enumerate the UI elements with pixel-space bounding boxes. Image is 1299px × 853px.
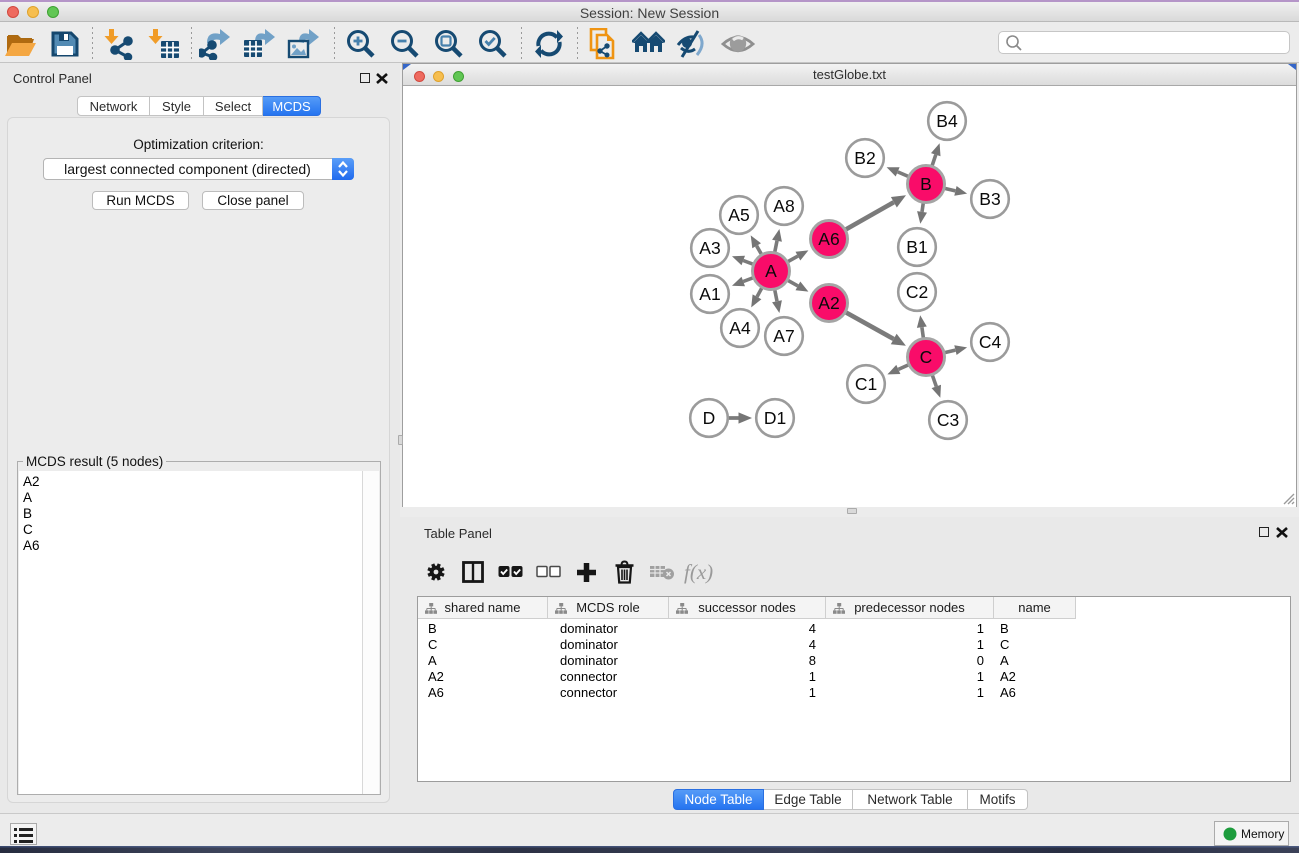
- svg-text:C1: C1: [855, 374, 877, 394]
- svg-text:A2: A2: [818, 293, 839, 313]
- svg-text:B4: B4: [936, 111, 958, 131]
- svg-text:B: B: [920, 174, 932, 194]
- svg-text:B1: B1: [906, 237, 927, 257]
- svg-text:C: C: [920, 347, 933, 367]
- svg-text:A: A: [765, 261, 777, 281]
- svg-text:D: D: [703, 408, 716, 428]
- svg-text:B3: B3: [979, 189, 1000, 209]
- svg-text:C3: C3: [937, 410, 959, 430]
- svg-text:A7: A7: [773, 326, 794, 346]
- svg-text:D1: D1: [764, 408, 786, 428]
- svg-text:C4: C4: [979, 332, 1002, 352]
- svg-text:A1: A1: [699, 284, 720, 304]
- svg-text:A5: A5: [728, 205, 749, 225]
- svg-text:A4: A4: [729, 318, 751, 338]
- svg-text:A6: A6: [818, 229, 839, 249]
- svg-text:A3: A3: [699, 238, 720, 258]
- svg-text:C2: C2: [906, 282, 928, 302]
- svg-text:B2: B2: [854, 148, 875, 168]
- svg-text:A8: A8: [773, 196, 794, 216]
